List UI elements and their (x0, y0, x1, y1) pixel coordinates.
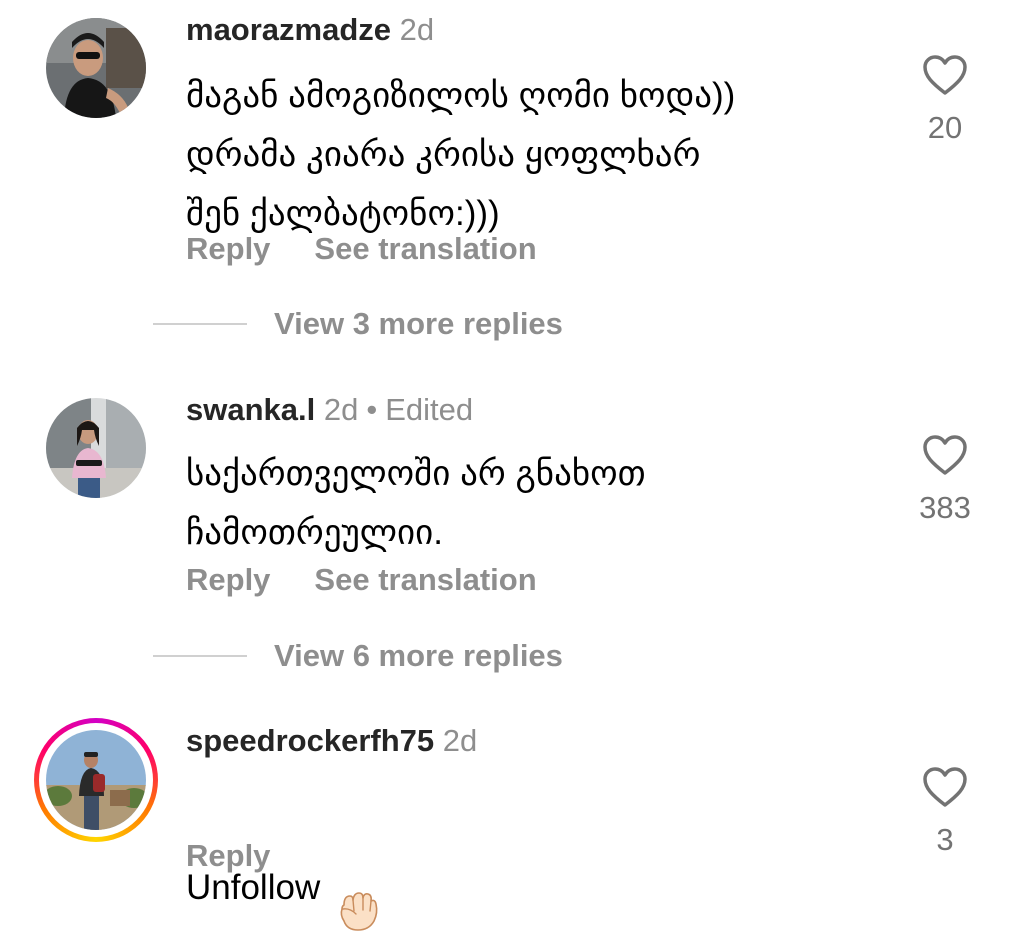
heart-icon[interactable] (905, 54, 985, 96)
avatar (46, 730, 146, 830)
see-translation-button[interactable]: See translation (314, 562, 536, 597)
comment-meta: swanka.l 2d • Edited (186, 392, 473, 428)
story-ring[interactable] (34, 718, 158, 842)
like-control: 3 (905, 766, 985, 858)
timestamp: 2d (323, 392, 359, 427)
see-translation-button[interactable]: See translation (314, 231, 536, 266)
heart-icon[interactable] (905, 434, 985, 476)
reply-button[interactable]: Reply (186, 562, 270, 597)
username[interactable]: speedrockerfh75 (186, 723, 434, 758)
username[interactable]: swanka.l (186, 392, 315, 427)
comment-actions: Reply (186, 838, 270, 874)
username[interactable]: maorazmadze (186, 12, 391, 47)
reply-button[interactable]: Reply (186, 838, 270, 873)
comment-text: მაგან ამოგიზილოს ღომი ხოდა)) დრამა კიარა… (186, 76, 736, 233)
like-count: 20 (927, 110, 963, 145)
view-more-replies-button[interactable]: View 3 more replies (153, 306, 563, 342)
edited-label: Edited (385, 392, 474, 427)
heart-icon[interactable] (905, 766, 985, 808)
like-count: 3 (936, 822, 954, 857)
timestamp: 2d (399, 12, 435, 47)
avatar[interactable] (46, 398, 146, 498)
like-control: 20 (905, 54, 985, 146)
comment-text: საქართველოში არ გნახოთ ჩამოთრეულიი. (186, 454, 646, 552)
view-more-replies-label: View 6 more replies (274, 638, 563, 673)
raised-fist-emoji-icon (334, 828, 380, 951)
comment-meta: speedrockerfh75 2d (186, 723, 477, 759)
divider-line (153, 323, 247, 325)
comment-meta: maorazmadze 2d (186, 12, 434, 48)
comment-actions: Reply See translation (186, 231, 537, 267)
divider-line (153, 655, 247, 657)
reply-button[interactable]: Reply (186, 231, 270, 266)
avatar[interactable] (46, 18, 146, 118)
timestamp: 2d (442, 723, 478, 758)
like-count: 383 (919, 490, 971, 525)
like-control: 383 (905, 434, 985, 526)
comment-actions: Reply See translation (186, 562, 537, 598)
view-more-replies-button[interactable]: View 6 more replies (153, 638, 563, 674)
view-more-replies-label: View 3 more replies (274, 306, 563, 341)
separator-dot: • (366, 392, 378, 427)
